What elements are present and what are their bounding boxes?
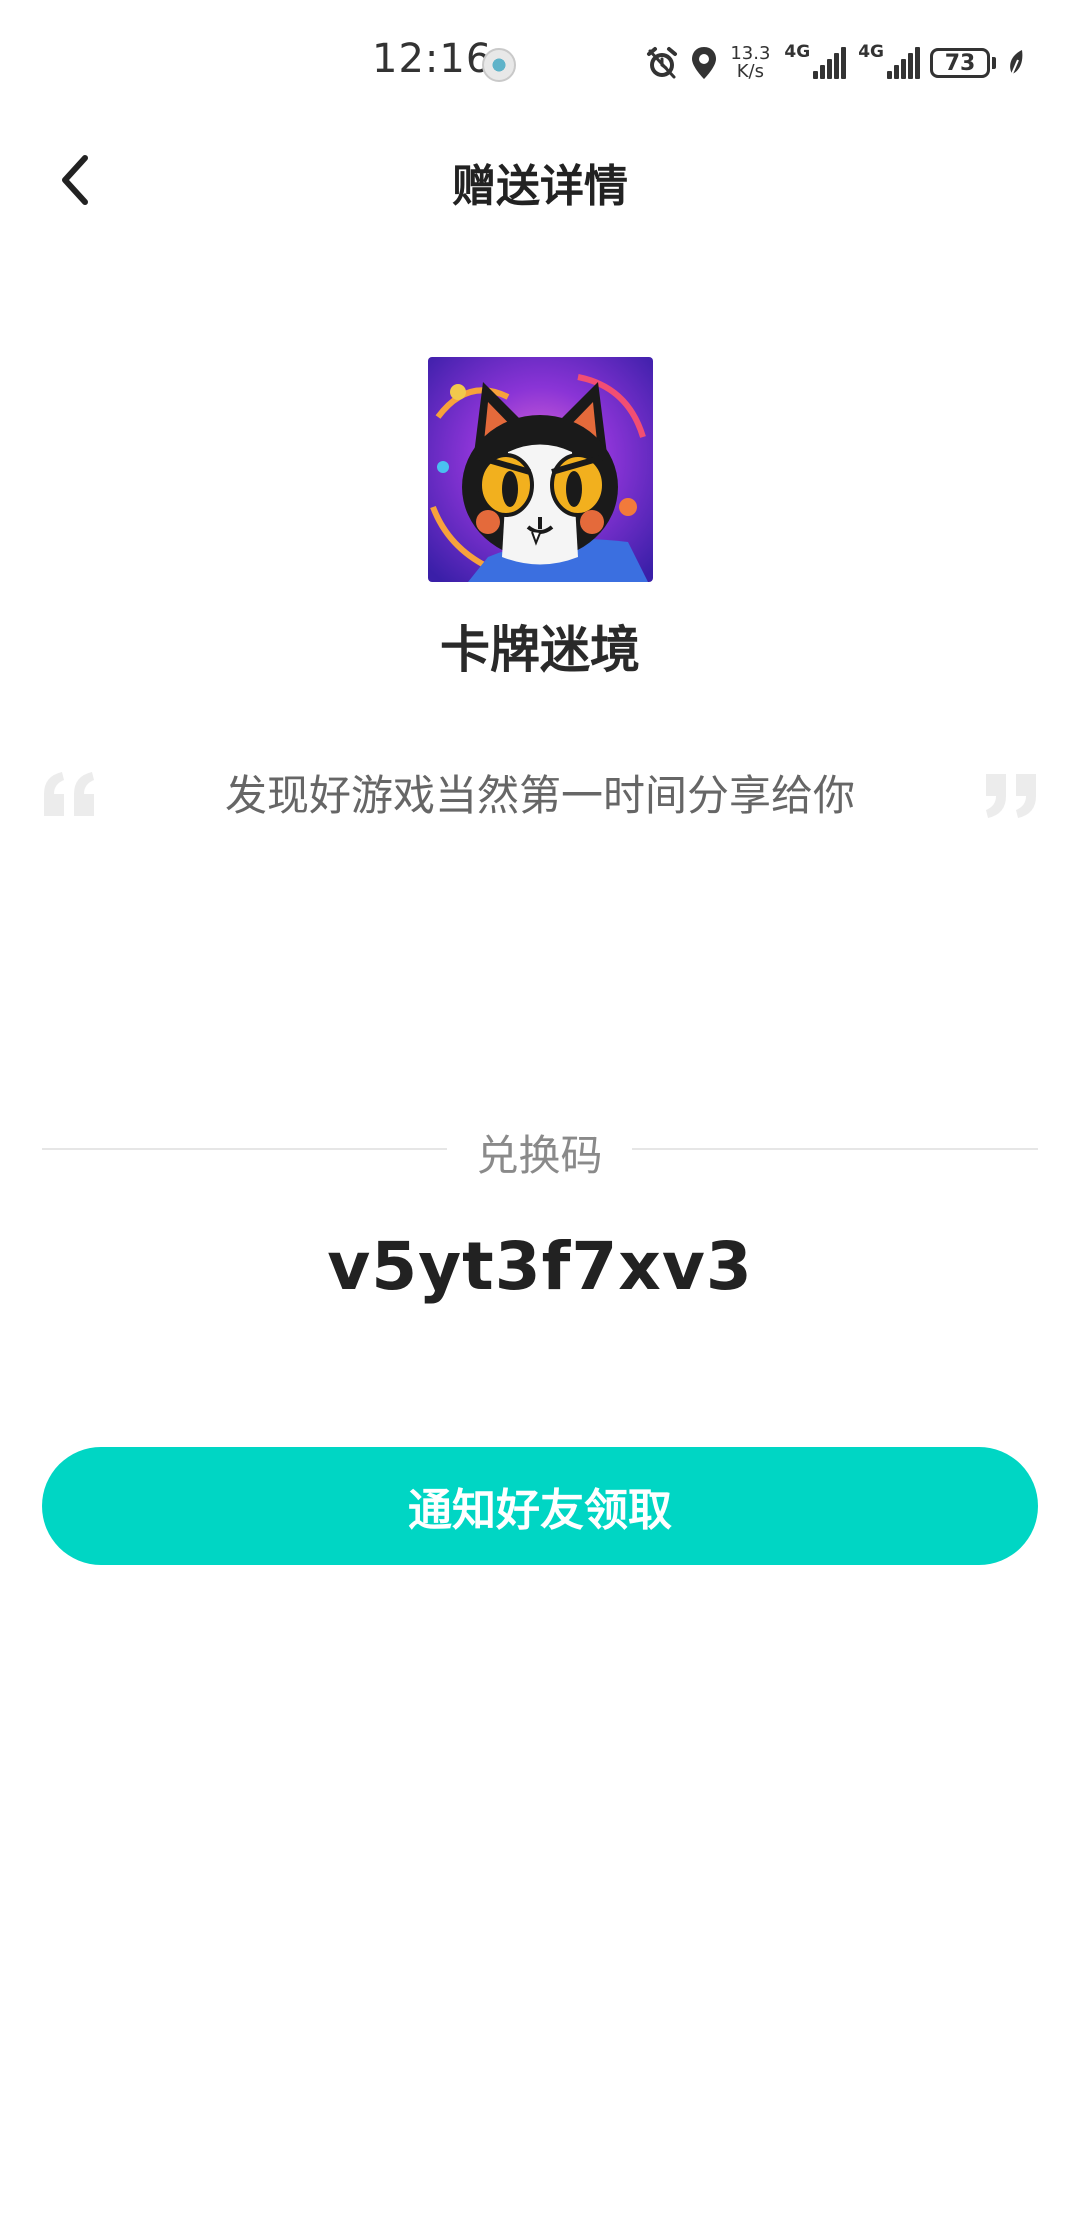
alarm-icon [644, 45, 680, 81]
sim2-network-type: 4G [858, 42, 884, 62]
location-icon [690, 45, 718, 81]
battery-icon: 73 [930, 48, 990, 78]
divider-left [42, 1148, 447, 1150]
page-title: 赠送详情 [452, 161, 628, 212]
sim1-network-type: 4G [784, 42, 811, 62]
redeem-code-label: 兑换码 [476, 1131, 603, 1180]
status-time: 12:16 [372, 36, 493, 82]
status-bar: 12:16 13.3 K/s 4G 4G 73 [0, 0, 1080, 120]
battery-tip [992, 57, 996, 69]
leaf-icon [1006, 48, 1026, 78]
status-indicators: 13.3 K/s 4G 4G 73 [644, 40, 1026, 86]
battery-level: 73 [944, 50, 976, 76]
game-cat-icon [428, 357, 653, 582]
notify-friend-button[interactable]: 通知好友领取 [42, 1447, 1038, 1565]
redeem-code-value[interactable]: v5yt3f7xv3 [0, 1228, 1080, 1305]
gift-message: 发现好游戏当然第一时间分享给你 [224, 771, 855, 820]
app-notification-icon [482, 48, 516, 82]
divider-right [632, 1148, 1038, 1150]
quote-close-icon [986, 774, 1036, 818]
game-name: 卡牌迷境 [440, 621, 640, 679]
signal-icon-sim1: 4G [782, 42, 847, 79]
network-speed: 13.3 K/s [730, 45, 770, 81]
network-speed-unit: K/s [736, 61, 764, 82]
signal-icon-sim2: 4G [856, 42, 920, 79]
